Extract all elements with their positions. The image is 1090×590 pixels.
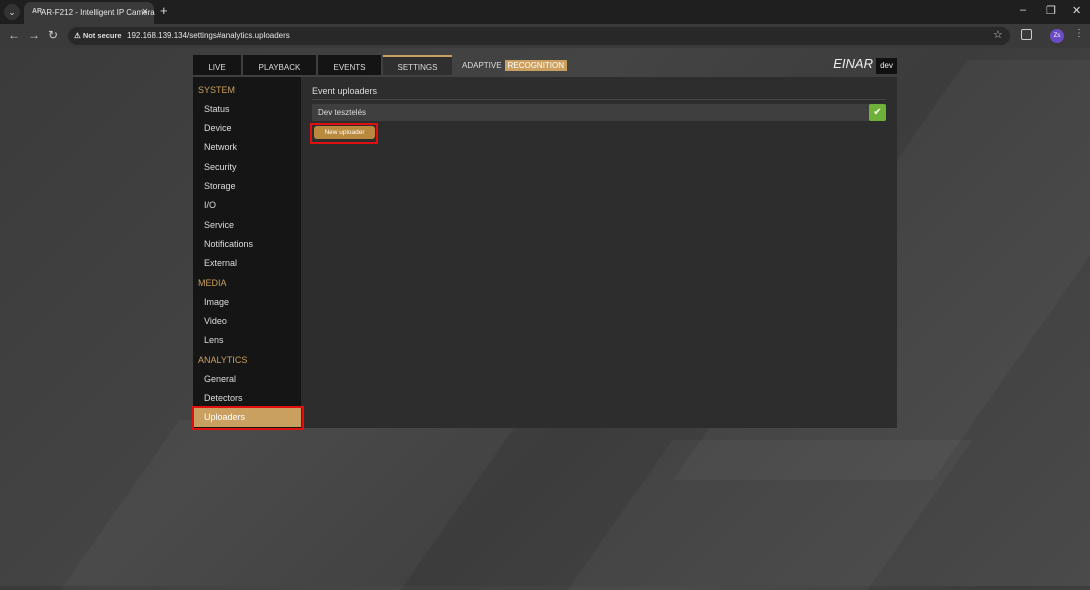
bookmark-star-icon[interactable]: ☆ <box>993 28 1003 41</box>
sidebar-section-analytics: ANALYTICS <box>198 355 248 365</box>
camera-app: LIVE PLAYBACK EVENTS SETTINGS ADAPTIVE RE… <box>193 55 897 428</box>
sidebar-item-network[interactable]: Network <box>204 142 237 152</box>
sidebar-item-lens[interactable]: Lens <box>204 335 224 345</box>
uploaders-panel: Event uploaders Dev tesztelés ✔ New uplo… <box>301 77 897 428</box>
profile-avatar[interactable]: Zs <box>1050 29 1064 43</box>
sidebar-item-video[interactable]: Video <box>204 316 227 326</box>
highlight-new-uploader <box>310 123 378 144</box>
close-window-icon[interactable]: ✕ <box>1072 4 1081 17</box>
main-nav: LIVE PLAYBACK EVENTS SETTINGS ADAPTIVE RE… <box>193 55 897 75</box>
extensions-icon[interactable] <box>1021 29 1032 40</box>
back-icon[interactable]: ← <box>8 28 20 42</box>
sidebar-section-system: SYSTEM <box>198 85 236 95</box>
minimize-icon[interactable]: – <box>1020 4 1026 16</box>
restore-icon[interactable]: ❐ <box>1046 4 1056 17</box>
page-title: Event uploaders <box>312 86 378 96</box>
sidebar-item-device[interactable]: Device <box>204 123 232 133</box>
tab-search-button[interactable]: ⌄ <box>4 4 20 20</box>
background-shape <box>567 440 972 590</box>
sidebar-item-security[interactable]: Security <box>204 162 237 172</box>
tab-playback[interactable]: PLAYBACK <box>243 55 316 75</box>
close-tab-icon[interactable]: × <box>142 6 148 18</box>
tab-live[interactable]: LIVE <box>193 55 241 75</box>
browser-tab[interactable]: AR AR-F212 - Intelligent IP Camera × <box>24 2 155 24</box>
sidebar-item-service[interactable]: Service <box>204 220 234 230</box>
adaptive-label: ADAPTIVE <box>462 61 502 70</box>
sidebar-item-status[interactable]: Status <box>204 104 230 114</box>
sidebar-item-notifications[interactable]: Notifications <box>204 239 253 249</box>
uploader-row[interactable]: Dev tesztelés ✔ <box>312 104 886 121</box>
tab-adaptive-recognition[interactable]: ADAPTIVE RECOGNITION <box>459 60 568 71</box>
sidebar-item-external[interactable]: External <box>204 258 237 268</box>
menu-kebab-icon[interactable]: ⋮ <box>1074 28 1084 39</box>
tab-settings[interactable]: SETTINGS <box>383 55 452 75</box>
sidebar-item-io[interactable]: I/O <box>204 200 216 210</box>
reload-icon[interactable]: ↻ <box>48 28 58 42</box>
highlight-uploaders-item <box>192 406 304 430</box>
settings-sidebar: SYSTEM Status Device Network Security St… <box>193 77 301 428</box>
uploader-name: Dev tesztelés <box>318 108 367 117</box>
security-indicator[interactable]: ⚠ Not secure <box>74 31 122 40</box>
sidebar-item-storage[interactable]: Storage <box>204 181 236 191</box>
url-text[interactable]: 192.168.139.134/settings#analytics.uploa… <box>127 31 290 40</box>
sidebar-item-detectors[interactable]: Detectors <box>204 393 243 403</box>
sidebar-item-general[interactable]: General <box>204 374 236 384</box>
browser-tab-bar: ⌄ AR AR-F212 - Intelligent IP Camera × +… <box>0 0 1090 24</box>
user-badge[interactable]: dev <box>876 58 897 74</box>
tab-title: AR-F212 - Intelligent IP Camera <box>41 8 155 17</box>
tab-events[interactable]: EVENTS <box>318 55 381 75</box>
recognition-label: RECOGNITION <box>504 60 568 71</box>
brand-logo: EINAR <box>833 56 873 71</box>
warning-icon: ⚠ <box>74 31 83 40</box>
sidebar-item-image[interactable]: Image <box>204 297 229 307</box>
sidebar-section-media: MEDIA <box>198 278 227 288</box>
new-tab-icon[interactable]: + <box>160 3 168 18</box>
enabled-check-icon[interactable]: ✔ <box>869 104 886 121</box>
forward-icon[interactable]: → <box>28 28 40 42</box>
background-shape <box>60 420 519 590</box>
title-divider <box>312 99 886 100</box>
